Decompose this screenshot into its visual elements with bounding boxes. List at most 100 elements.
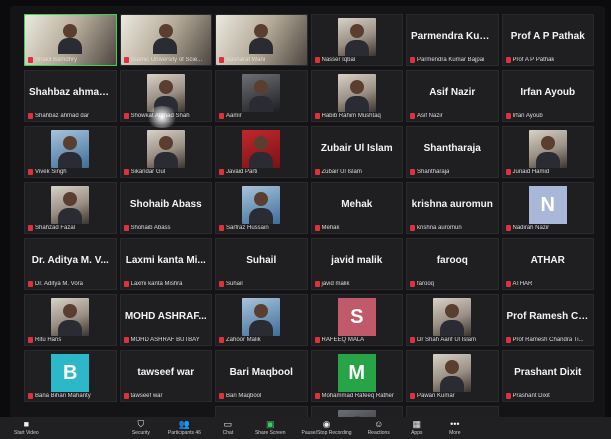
muted-microphone-icon [505, 113, 511, 119]
video-camera-icon: ■ [23, 419, 30, 429]
participant-tile[interactable]: krishna auromun krishna auromun [406, 182, 499, 234]
chat-button[interactable]: ▭ Chat [217, 419, 239, 437]
participant-caption: Islamic University of Scie... [123, 57, 203, 63]
participant-caption: Suhail [219, 281, 243, 287]
participant-tile[interactable]: Dr Shah Aarif Ul Islam [406, 294, 499, 346]
participant-tile[interactable]: S RAFEEQ MALA [310, 294, 403, 346]
participant-tile[interactable]: Sikandar Gul [119, 126, 212, 178]
participant-tile[interactable]: Islamic University of Scie... [119, 14, 212, 66]
participant-tile[interactable]: Aamir [215, 70, 308, 122]
participant-tile[interactable]: Parmendra Kum... Parmendra Kumar Bajpai [406, 14, 499, 66]
participant-caption: Laxmi kanta Mishra [123, 281, 183, 287]
participant-tile[interactable]: Suhail Suhail [215, 238, 308, 290]
muted-microphone-icon [28, 113, 33, 119]
participant-name: Zubair Ul Islam [320, 142, 393, 154]
apps-button[interactable]: ▦ Apps [406, 420, 428, 437]
participant-video [337, 74, 376, 112]
participant-tile[interactable]: Sarfraz Hussain [215, 182, 308, 234]
toolbar-label: More [449, 430, 461, 436]
participant-caption: Sikandar Gul [123, 169, 165, 175]
participant-caption-text: ATHAR [512, 281, 533, 287]
muted-microphone-icon [219, 169, 224, 175]
muted-microphone-icon [314, 337, 320, 343]
muted-microphone-icon [314, 225, 320, 231]
participant-tile[interactable]: Vivek Singh [24, 126, 117, 178]
participant-avatar: M [337, 354, 376, 392]
participant-caption: Prof Ramesh Chandra Ti... [505, 337, 584, 343]
participant-tile[interactable]: Asif Nazir Asif Nazir [406, 70, 499, 122]
participant-caption-text: Parmendra Kumar Bajpai [417, 57, 485, 63]
participant-tile[interactable]: Javaid Parti [215, 126, 308, 178]
participant-caption-text: farooq [417, 281, 435, 287]
participant-video [242, 186, 281, 224]
participant-caption-text: Mehak [321, 225, 340, 231]
participant-caption-text: RAFEEQ MALA [321, 337, 365, 343]
participant-tile[interactable]: ATHAR ATHAR [501, 238, 594, 290]
participant-caption-text: tawseef war [130, 393, 163, 399]
participant-caption: Parmendra Kumar Bajpai [410, 57, 484, 63]
participant-caption-text: Shantharaja [417, 169, 450, 175]
muted-microphone-icon [28, 169, 33, 175]
participant-name: Mehak [341, 198, 373, 210]
participant-tile[interactable]: Mehak Mehak [310, 182, 403, 234]
participant-tile[interactable]: Basharat Wani [215, 14, 308, 66]
participant-name: Prashant Dixit [514, 366, 582, 378]
more-button[interactable]: ••• More [444, 420, 466, 437]
participant-name: Parmendra Kum... [411, 30, 497, 42]
shield-button[interactable]: ⛉ Security [130, 420, 152, 437]
chat-icon: ▭ [223, 419, 233, 429]
participant-tile[interactable]: Prashant Dixit Prashant Dixit [501, 350, 594, 402]
participant-tile[interactable]: Zahoor Malik [215, 294, 308, 346]
participant-caption-text: Junaid Hamid [512, 169, 550, 175]
participant-name: javid malik [331, 254, 383, 266]
participant-caption: Dr Shah Aarif Ul Islam [410, 337, 476, 343]
participant-caption-text: Prof A P Pathak [512, 57, 555, 63]
participant-tile[interactable]: Bari Maqbool Bari Maqbool [215, 350, 308, 402]
participant-caption: farooq [410, 281, 434, 287]
participants-button[interactable]: 👥 Participants 46 [168, 420, 201, 437]
participant-tile[interactable]: B Bana Bihari Mahanty [24, 350, 117, 402]
participant-tile[interactable]: Dr. Aditya M. V... Dr. Aditya M. Vora [24, 238, 117, 290]
toolbar-left: ■ Start Video [14, 419, 39, 437]
participant-tile[interactable]: Ritu Hans [24, 294, 117, 346]
participant-tile[interactable]: MOHD ASHRAF... MOHD ASHRAF BUTBAY [119, 294, 212, 346]
participant-tile[interactable]: Shahzad Fazal [24, 182, 117, 234]
toolbar-label: Apps [411, 430, 423, 436]
muted-microphone-icon [219, 393, 224, 399]
participant-tile[interactable]: Shantharaja Shantharaja [406, 126, 499, 178]
participant-video [337, 18, 376, 56]
reactions-button[interactable]: ☺ Reactions [368, 419, 390, 437]
participant-tile[interactable]: tawseef war tawseef war [119, 350, 212, 402]
participant-tile[interactable]: javid malik javid malik [310, 238, 403, 290]
participant-tile[interactable]: Prof A P Pathak Prof A P Pathak [501, 14, 594, 66]
muted-microphone-icon [314, 57, 320, 63]
participant-tile[interactable]: Habib Rahim Mushtaq [310, 70, 403, 122]
reactions-icon: ☺ [374, 419, 384, 429]
participant-avatar: S [337, 298, 376, 336]
participant-tile[interactable]: Junaid Hamid [501, 126, 594, 178]
participant-tile[interactable]: Irfan Ayoub Irfan Ayoub [501, 70, 594, 122]
participant-caption: Mehak [314, 225, 340, 231]
share-screen-button[interactable]: ▣ Share Screen [255, 420, 286, 437]
participant-tile[interactable]: Zubair Ul Islam Zubair Ul Islam [310, 126, 403, 178]
participant-tile[interactable]: Prof Ramesh Ch... Prof Ramesh Chandra Ti.… [501, 294, 594, 346]
participant-tile[interactable]: M Mohammad Rafeeq Rather [310, 350, 403, 402]
participant-tile[interactable]: Pawan Kumar [406, 350, 499, 402]
participant-caption: Basharat Wani [219, 57, 265, 63]
participant-tile[interactable]: Shahbaz ahmad... Shahbaz ahmad dar [24, 70, 117, 122]
participant-tile[interactable]: Nasser Iqbal [310, 14, 403, 66]
participant-name: farooq [436, 254, 468, 266]
participant-tile[interactable]: N Nadirah Nazir [501, 182, 594, 234]
participant-caption: Bana Bihari Mahanty [28, 393, 91, 399]
participant-tile[interactable]: Shakil Bamdhry [24, 14, 117, 66]
participant-video [433, 298, 472, 336]
participant-caption-text: Islamic University of Scie... [130, 57, 203, 63]
muted-microphone-icon [219, 225, 224, 231]
record-button[interactable]: ◉ Pause/Stop Recording [302, 420, 352, 437]
video-camera-button[interactable]: ■ Start Video [14, 419, 39, 437]
participant-tile[interactable]: Shohaib Abass Shohaib Abass [119, 182, 212, 234]
participant-tile[interactable]: farooq farooq [406, 238, 499, 290]
muted-microphone-icon [123, 393, 129, 399]
participant-caption: Zahoor Malik [219, 337, 261, 343]
participant-tile[interactable]: Laxmi kanta Mi... Laxmi kanta Mishra [119, 238, 212, 290]
